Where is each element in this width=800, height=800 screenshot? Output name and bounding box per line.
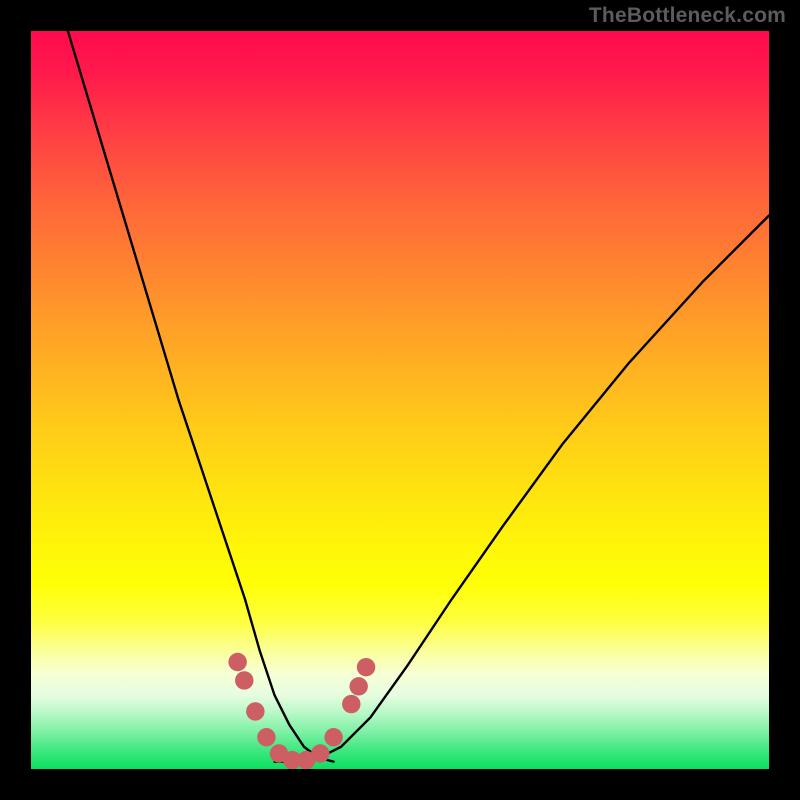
bottom-marker	[311, 744, 329, 762]
bottom-marker	[342, 695, 360, 713]
bottom-marker	[228, 653, 246, 671]
bottom-marker	[235, 671, 253, 689]
bottom-marker	[246, 702, 264, 720]
bottom-marker	[357, 658, 375, 676]
bottom-marker	[257, 728, 275, 746]
bottom-marker	[349, 677, 367, 695]
chart-frame: TheBottleneck.com	[0, 0, 800, 800]
watermark-text: TheBottleneck.com	[589, 4, 786, 28]
curve-layer	[31, 31, 769, 769]
curve-left-curve	[68, 31, 334, 762]
plot-area	[31, 31, 769, 769]
bottom-marker	[324, 728, 342, 746]
curve-right-curve	[275, 216, 769, 762]
